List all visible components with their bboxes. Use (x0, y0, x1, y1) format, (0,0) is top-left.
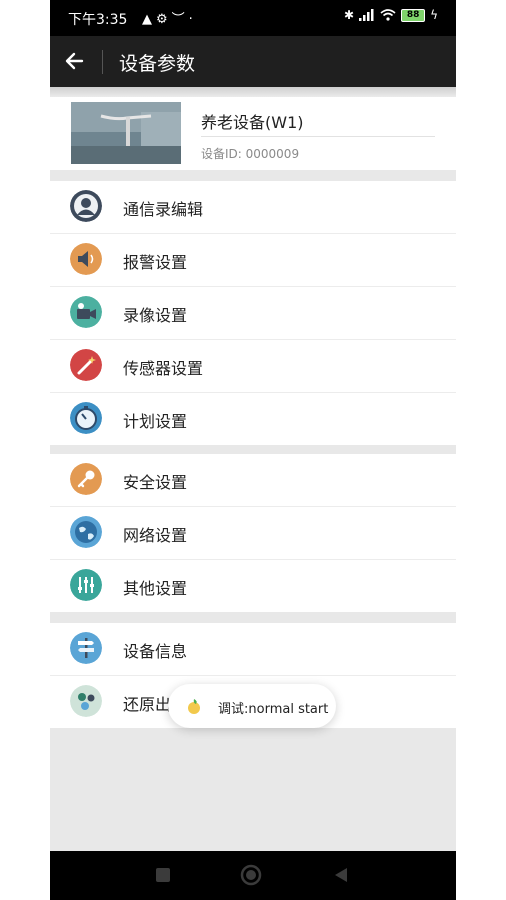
battery-icon: 88 (401, 8, 426, 22)
menu-item-label: 传感器设置 (123, 359, 204, 378)
video-camera-icon (70, 296, 102, 328)
nav-bar (50, 851, 456, 900)
key-icon (70, 463, 102, 495)
left-margin (0, 0, 50, 900)
menu-item-label: 设备信息 (123, 642, 188, 661)
home-button-icon[interactable] (240, 864, 262, 886)
menu-item-device-info[interactable]: 设备信息 (50, 623, 456, 676)
magic-wand-icon (70, 349, 102, 381)
back-arrow-icon[interactable] (60, 46, 90, 76)
menu-item-alarm[interactable]: 报警设置 (50, 234, 456, 287)
menu-item-label: 还原出 (123, 695, 172, 714)
app-icon (188, 699, 200, 714)
right-margin (456, 0, 506, 900)
status-time: 下午3:35 (68, 12, 128, 28)
device-photo (71, 102, 181, 164)
globe-icon (70, 516, 102, 548)
menu-item-network[interactable]: 网络设置 (50, 507, 456, 560)
sliders-icon (70, 569, 102, 601)
menu-item-label: 安全设置 (123, 473, 188, 492)
menu-item-label: 计划设置 (123, 412, 188, 431)
device-divider (201, 136, 435, 137)
menu-item-label: 录像设置 (123, 306, 188, 325)
page-title: 设备参数 (119, 53, 196, 75)
timer-icon (70, 402, 102, 434)
menu-item-label: 其他设置 (123, 579, 188, 598)
menu-item-schedule[interactable]: 计划设置 (50, 393, 456, 445)
menu-item-label: 通信录编辑 (123, 200, 204, 219)
phone-screen: 下午3:35 ▲⚙︶· ✱ 88 ϟ 设备参数 养老设备(W1) 设备ID: 0… (50, 0, 456, 900)
device-id: 设备ID: 0000009 (201, 147, 300, 161)
menu-item-contacts[interactable]: 通信录编辑 (50, 181, 456, 234)
menu-item-sensor[interactable]: 传感器设置 (50, 340, 456, 393)
speaker-icon (70, 243, 102, 275)
menu-group-2: 安全设置 网络设置 其他设置 (50, 454, 456, 612)
dot-icon: · (188, 12, 197, 27)
bluetooth-icon: ✱ (344, 8, 355, 22)
menu-item-label: 网络设置 (123, 526, 188, 545)
wifi-icon (380, 9, 396, 21)
notification-icons: ▲⚙︶· (142, 8, 197, 27)
charging-icon: ϟ (430, 8, 438, 22)
wave-icon: ︶ (171, 12, 189, 27)
menu-item-other[interactable]: 其他设置 (50, 560, 456, 612)
gear-icon: ⚙ (156, 12, 172, 27)
device-card[interactable]: 养老设备(W1) 设备ID: 0000009 (50, 97, 456, 170)
device-name: 养老设备(W1) (201, 113, 304, 132)
toolbar-shadow (50, 87, 456, 97)
status-bar: 下午3:35 ▲⚙︶· ✱ 88 ϟ (50, 0, 456, 36)
menu-item-security[interactable]: 安全设置 (50, 454, 456, 507)
menu-item-video[interactable]: 录像设置 (50, 287, 456, 340)
toast-message: 调试:normal start (218, 702, 329, 717)
back-button-icon[interactable] (332, 866, 350, 884)
toolbar-divider (102, 50, 103, 74)
toolbar: 设备参数 (50, 36, 456, 87)
system-icons: ✱ 88 ϟ (344, 8, 438, 22)
recents-button-icon[interactable] (154, 866, 172, 884)
restore-icon (70, 685, 102, 717)
contacts-icon (70, 190, 102, 222)
menu-item-label: 报警设置 (123, 253, 188, 272)
toast: 调试:normal start (168, 684, 336, 728)
signpost-icon (70, 632, 102, 664)
menu-group-1: 通信录编辑 报警设置 录像设置 传感器设置 计划设置 (50, 181, 456, 445)
signal-icon (359, 9, 374, 21)
flame-icon: ▲ (142, 12, 156, 27)
